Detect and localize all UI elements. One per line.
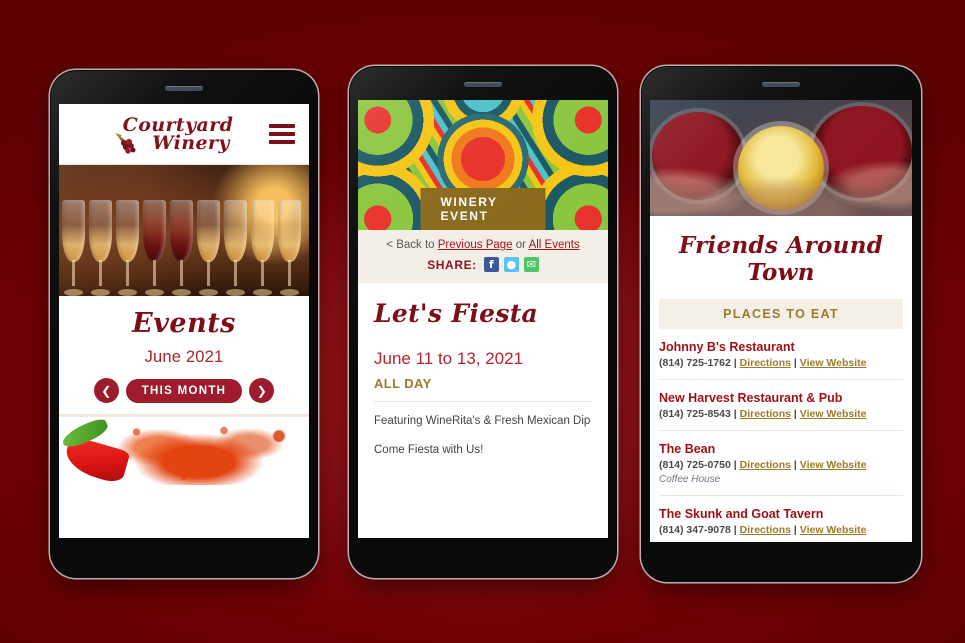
separator: | — [793, 524, 797, 536]
this-month-button[interactable]: THIS MONTH — [125, 378, 243, 403]
list-item: The Skunk and Goat Tavern (814) 347-9078… — [659, 496, 903, 542]
restaurant-name: Johnny B's Restaurant — [659, 340, 795, 354]
events-current-month: June 2021 — [144, 348, 224, 366]
hero-wine-toast-image — [650, 100, 912, 216]
event-hero-mexican-pattern: WINERY EVENT — [358, 100, 608, 230]
events-page-title: Events — [132, 308, 236, 339]
separator: | — [733, 408, 737, 420]
back-or-text: or — [515, 239, 526, 251]
phone-number: (814) 347-9078 — [659, 524, 731, 536]
hero-wine-glasses-image — [59, 165, 309, 296]
red-wine-glass-left — [652, 112, 744, 200]
places-to-eat-header: PLACES TO EAT — [659, 299, 903, 329]
event-time: ALL DAY — [374, 376, 432, 391]
previous-page-link[interactable]: Previous Page — [438, 239, 513, 251]
view-website-link[interactable]: View Website — [800, 459, 867, 471]
restaurant-name: The Bean — [659, 442, 716, 456]
hamburger-bar — [269, 124, 295, 128]
directions-link[interactable]: Directions — [740, 459, 791, 471]
wine-glass — [115, 200, 140, 296]
red-wine-glass-right — [812, 106, 912, 198]
separator: | — [733, 459, 737, 471]
event-detail-body: Let's Fiesta June 11 to 13, 2021 ALL DAY… — [358, 283, 608, 459]
separator: | — [793, 357, 797, 369]
list-item: Johnny B's Restaurant (814) 725-1762 | D… — [659, 329, 903, 380]
event-title: Let's Fiesta — [374, 299, 539, 328]
view-website-link[interactable]: View Website — [800, 524, 867, 536]
hamburger-bar — [269, 132, 295, 136]
separator: | — [733, 524, 737, 536]
winery-event-badge: WINERY EVENT — [420, 188, 546, 230]
view-website-link[interactable]: View Website — [800, 357, 867, 369]
restaurant-name: The Skunk and Goat Tavern — [659, 507, 824, 521]
share-row: SHARE: f ● ✉ — [366, 257, 600, 272]
phone-number: (814) 725-8543 — [659, 408, 731, 420]
wine-glass — [196, 200, 221, 296]
site-header: Courtyard Winery — [59, 104, 309, 165]
previous-month-button[interactable]: ❮ — [93, 378, 119, 403]
phone1-screen: Courtyard Winery Events June 2021 ❮ THIS… — [59, 104, 309, 538]
event-divider — [374, 401, 592, 402]
wine-glass — [223, 200, 248, 296]
hamburger-bar — [269, 140, 295, 144]
restaurant-meta: (814) 725-1762 | Directions | View Websi… — [659, 357, 903, 369]
grape-cluster-icon — [115, 132, 136, 154]
events-section: Events June 2021 ❮ THIS MONTH ❯ — [59, 296, 309, 414]
screenshot-stage: Courtyard Winery Events June 2021 ❮ THIS… — [0, 0, 965, 643]
restaurant-meta: (814) 725-0750 | Directions | View Websi… — [659, 459, 903, 471]
wine-glass — [169, 200, 194, 296]
wine-glass — [142, 200, 167, 296]
wine-glass — [277, 200, 302, 296]
back-prefix-text: < Back to — [386, 239, 435, 251]
directions-link[interactable]: Directions — [740, 524, 791, 536]
event-description-line-2: Come Fiesta with Us! — [374, 443, 484, 456]
white-wine-glass-center — [738, 126, 824, 210]
event-date-range: June 11 to 13, 2021 — [374, 349, 524, 368]
hamburger-menu-icon[interactable] — [269, 124, 295, 144]
site-logo[interactable]: Courtyard Winery — [87, 115, 269, 154]
list-item: New Harvest Restaurant & Pub (814) 725-8… — [659, 380, 903, 431]
twitter-icon[interactable]: ● — [503, 257, 519, 272]
phone2-screen: WINERY EVENT < Back to Previous Page or … — [358, 100, 608, 538]
separator: | — [793, 459, 797, 471]
event-description-line-1: Featuring WineRita's & Fresh Mexican Dip — [374, 415, 591, 427]
wine-glass — [88, 200, 113, 296]
breadcrumb-back-links: < Back to Previous Page or All Events — [366, 239, 600, 251]
phone-earpiece-speaker — [464, 82, 502, 87]
page-title: Friends Around Town — [650, 216, 912, 299]
event-nav-band: < Back to Previous Page or All Events SH… — [358, 230, 608, 283]
facebook-icon[interactable]: f — [483, 257, 499, 272]
view-website-link[interactable]: View Website — [800, 408, 867, 420]
restaurant-name: New Harvest Restaurant & Pub — [659, 391, 843, 405]
directions-link[interactable]: Directions — [740, 408, 791, 420]
list-item: The Bean (814) 725-0750 | Directions | V… — [659, 431, 903, 496]
restaurant-subtitle: Coffee House — [659, 474, 721, 485]
separator: | — [733, 357, 737, 369]
directions-link[interactable]: Directions — [740, 357, 791, 369]
phone-number: (814) 725-0750 — [659, 459, 731, 471]
wine-glass — [250, 200, 275, 296]
event-thumbnail-chili-paprika[interactable] — [59, 417, 309, 485]
phone-mockup-events-list: Courtyard Winery Events June 2021 ❮ THIS… — [50, 70, 318, 578]
next-month-button[interactable]: ❯ — [249, 378, 275, 403]
email-icon[interactable]: ✉ — [523, 257, 539, 272]
wine-glass — [61, 200, 86, 296]
month-navigation: ❮ THIS MONTH ❯ — [59, 378, 309, 403]
restaurant-meta: (814) 725-8543 | Directions | View Websi… — [659, 408, 903, 420]
restaurant-meta: (814) 347-9078 | Directions | View Websi… — [659, 524, 903, 536]
separator: | — [793, 408, 797, 420]
all-events-link[interactable]: All Events — [529, 239, 580, 251]
phone-earpiece-speaker — [165, 86, 203, 91]
phone-number: (814) 725-1762 — [659, 357, 731, 369]
phone-earpiece-speaker — [762, 82, 800, 87]
phone3-screen: Friends Around Town PLACES TO EAT Johnny… — [650, 100, 912, 542]
share-label: SHARE: — [427, 257, 477, 272]
restaurant-listings: Johnny B's Restaurant (814) 725-1762 | D… — [650, 329, 912, 542]
phone-mockup-friends-around-town: Friends Around Town PLACES TO EAT Johnny… — [641, 66, 921, 582]
phone-mockup-event-detail: WINERY EVENT < Back to Previous Page or … — [349, 66, 617, 578]
